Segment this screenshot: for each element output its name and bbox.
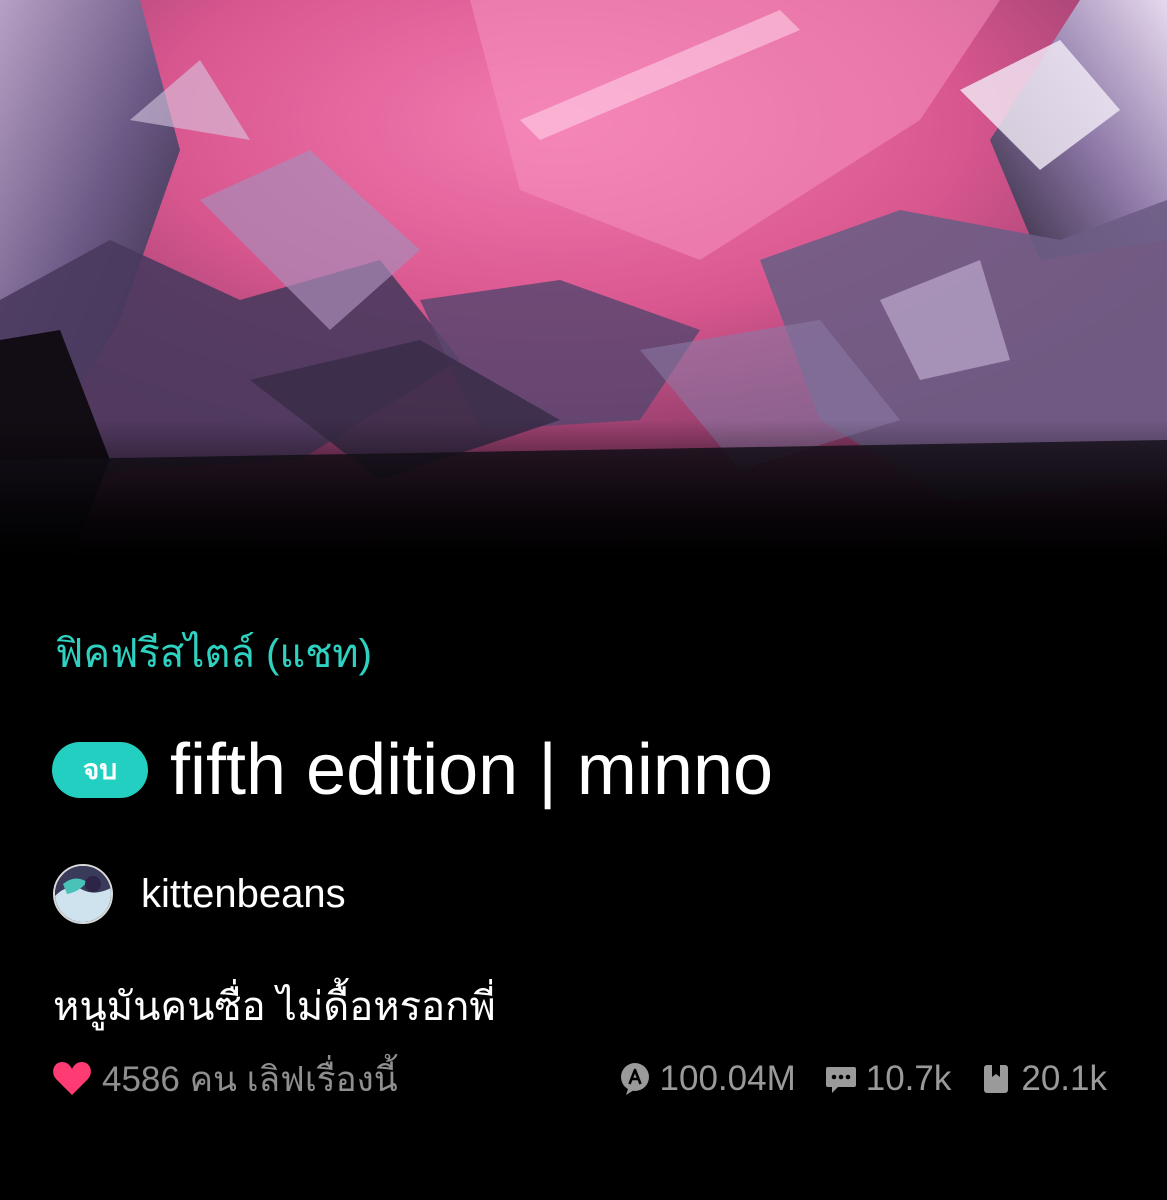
bookmark-count[interactable]: 20.1k — [979, 1059, 1107, 1099]
cover-image — [0, 0, 1167, 560]
synopsis: หนูมันคนซื่อ ไม่ดื้อหรอกพี่ — [53, 985, 496, 1029]
title-row: จบ fifth edition | minno — [52, 728, 773, 812]
stats-bar: 100.04M 10.7k 20.1k — [618, 1055, 1107, 1103]
view-count: 100.04M — [618, 1059, 796, 1099]
status-badge: จบ — [52, 742, 148, 798]
author-row[interactable]: kittenbeans — [53, 862, 346, 926]
comment-count[interactable]: 10.7k — [824, 1059, 952, 1099]
view-count-icon — [620, 1063, 649, 1095]
category-label[interactable]: ฟิคฟรีสไตล์ (แชท) — [55, 626, 372, 682]
author-name[interactable]: kittenbeans — [141, 872, 346, 917]
avatar[interactable] — [53, 864, 113, 924]
view-count-value: 100.04M — [659, 1059, 796, 1098]
bookmark-count-value: 20.1k — [1021, 1059, 1107, 1098]
likes-row[interactable]: 4586 คน เลิฟเรื่องนี้ — [52, 1055, 398, 1103]
heart-icon[interactable] — [52, 1061, 92, 1097]
comment-icon[interactable] — [824, 1062, 858, 1096]
bookmark-icon[interactable] — [979, 1062, 1013, 1096]
likes-text: 4586 คน เลิฟเรื่องนี้ — [102, 1059, 398, 1099]
novel-title: fifth edition | minno — [170, 730, 774, 810]
comment-count-value: 10.7k — [865, 1059, 952, 1098]
